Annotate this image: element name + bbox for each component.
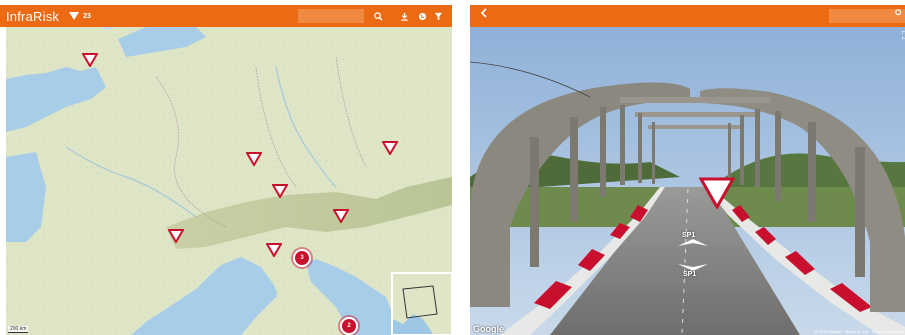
bridge-photo bbox=[470, 27, 905, 335]
street-view-image[interactable]: SP1 SP1 Google © 2019 Google · Terms of … bbox=[470, 27, 905, 335]
map-background bbox=[6, 27, 452, 335]
cluster-marker[interactable]: 3 bbox=[293, 249, 311, 267]
street-search-input[interactable] bbox=[829, 9, 905, 23]
overview-minimap[interactable] bbox=[391, 272, 452, 335]
street-view-panel: SP1 SP1 Google © 2019 Google · Terms of … bbox=[470, 0, 905, 335]
search-icon[interactable] bbox=[370, 8, 386, 24]
google-logo: Google bbox=[473, 324, 504, 334]
scale-bar: 200 km bbox=[8, 326, 29, 333]
search-icon[interactable] bbox=[895, 9, 903, 19]
map-toolbar: InfraRisk 23 bbox=[0, 5, 452, 27]
chevron-left-icon[interactable] bbox=[480, 8, 488, 21]
bridge-risk-marker[interactable] bbox=[699, 177, 735, 209]
bridge-risk-marker[interactable] bbox=[333, 209, 349, 223]
bridge-risk-marker[interactable] bbox=[266, 243, 282, 257]
filter-icon[interactable] bbox=[430, 8, 446, 24]
bridge-risk-marker[interactable] bbox=[82, 53, 98, 67]
bridge-count: 23 bbox=[83, 12, 91, 20]
road-label: SP1 bbox=[682, 232, 696, 239]
minimap-graphic bbox=[393, 274, 451, 334]
triangle-icon bbox=[69, 12, 80, 20]
globe-icon[interactable] bbox=[414, 8, 430, 24]
map-panel: InfraRisk 23 3 2 200 km bbox=[0, 0, 452, 335]
bridge-risk-marker[interactable] bbox=[246, 152, 262, 166]
bridge-risk-marker[interactable] bbox=[168, 229, 184, 243]
bridge-risk-marker[interactable] bbox=[382, 141, 398, 155]
app-title: InfraRisk bbox=[6, 8, 60, 24]
cluster-marker[interactable]: 2 bbox=[340, 317, 358, 335]
download-icon[interactable] bbox=[396, 8, 412, 24]
search-input[interactable] bbox=[298, 9, 364, 23]
road-label: SP1 bbox=[683, 271, 697, 278]
bridge-risk-marker[interactable] bbox=[272, 184, 288, 198]
filter-count[interactable]: 23 bbox=[69, 12, 91, 20]
street-view-toolbar bbox=[470, 5, 905, 27]
copyright-text[interactable]: © 2019 Google · Terms of Use · Report a … bbox=[815, 329, 903, 334]
map-view[interactable]: 3 2 200 km bbox=[6, 27, 452, 335]
